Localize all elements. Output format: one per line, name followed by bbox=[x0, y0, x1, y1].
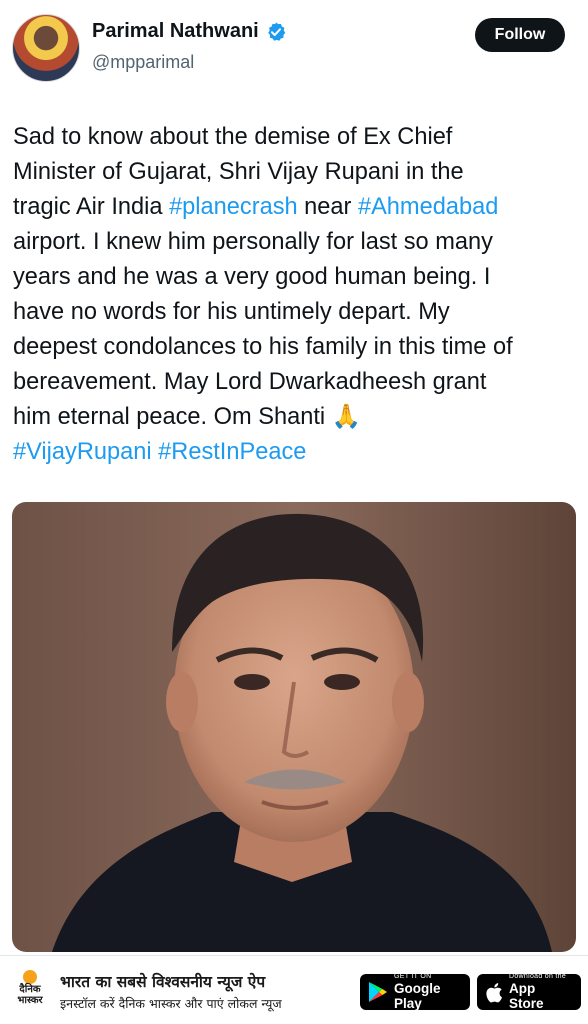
author-name-row: Parimal Nathwani bbox=[92, 20, 287, 43]
google-play-small-label: GET IT ON bbox=[394, 973, 432, 980]
tweet-header: Parimal Nathwani @mpparimal Follow bbox=[0, 0, 588, 100]
app-store-button[interactable]: Download on the App Store bbox=[477, 973, 581, 1011]
google-play-label: Google Play bbox=[394, 981, 441, 1011]
banner-subtext: इनस्टॉल करें दैनिक भास्कर और पाएं लोकल न… bbox=[60, 996, 282, 1011]
tweet-line: years and he was a very good human being… bbox=[13, 260, 575, 295]
google-play-icon bbox=[369, 982, 387, 1002]
tweet-text-segment: bereavement. May Lord Dwarkadheesh grant bbox=[13, 369, 487, 395]
google-play-button[interactable]: GET IT ON Google Play bbox=[360, 973, 470, 1011]
tweet-photo[interactable] bbox=[12, 502, 576, 952]
tweet-text-segment: Minister of Gujarat, Shri Vijay Rupani i… bbox=[13, 159, 464, 185]
tweet-line: Sad to know about the demise of Ex Chief bbox=[13, 120, 575, 155]
apple-icon bbox=[486, 982, 502, 1002]
tweet-text-segment: Sad to know about the demise of Ex Chief bbox=[13, 124, 453, 150]
tweet-line: deepest condolances to his family in thi… bbox=[13, 330, 575, 365]
hashtag-link[interactable]: #VijayRupani bbox=[13, 439, 152, 465]
tweet-line: have no words for his untimely depart. M… bbox=[13, 295, 575, 330]
tweet-text-segment: airport. I knew him personally for last … bbox=[13, 229, 493, 255]
author-display-name[interactable]: Parimal Nathwani bbox=[92, 20, 259, 43]
dainik-bhaskar-logo[interactable]: दैनिक भास्कर bbox=[10, 970, 50, 1012]
tweet-line: tragic Air India #planecrash near #Ahmed… bbox=[13, 190, 575, 225]
hashtag-link[interactable]: #RestInPeace bbox=[158, 439, 306, 465]
tweet-text-segment: years and he was a very good human being… bbox=[13, 264, 491, 290]
tweet-text-segment: him eternal peace. Om Shanti 🙏 bbox=[13, 404, 362, 430]
author-handle[interactable]: @mpparimal bbox=[92, 52, 194, 73]
hashtag-link[interactable]: #planecrash bbox=[169, 194, 298, 220]
app-store-label: App Store bbox=[509, 981, 544, 1011]
portrait-image bbox=[12, 502, 576, 952]
tweet-line: Minister of Gujarat, Shri Vijay Rupani i… bbox=[13, 155, 575, 190]
sun-icon bbox=[23, 970, 37, 984]
tweet-text-segment: deepest condolances to his family in thi… bbox=[13, 334, 513, 360]
hashtag-link[interactable]: #Ahmedabad bbox=[358, 194, 498, 220]
tweet-text-segment: tragic Air India bbox=[13, 194, 170, 220]
tweet-text-segment: near bbox=[297, 194, 358, 220]
tweet-line: airport. I knew him personally for last … bbox=[13, 225, 575, 260]
tweet-line: bereavement. May Lord Dwarkadheesh grant bbox=[13, 365, 575, 400]
verified-badge-icon bbox=[267, 21, 285, 41]
logo-text: दैनिक भास्कर bbox=[17, 984, 43, 1006]
app-store-small-label: Download on the bbox=[509, 973, 567, 980]
tweet-line: him eternal peace. Om Shanti 🙏 bbox=[13, 400, 575, 435]
tweet-text-segment: have no words for his untimely depart. M… bbox=[13, 299, 450, 325]
follow-button[interactable]: Follow bbox=[475, 18, 565, 52]
banner-headline: भारत का सबसे विश्वसनीय न्यूज ऐप bbox=[60, 973, 266, 991]
avatar[interactable] bbox=[12, 14, 80, 82]
tweet-line: #VijayRupani #RestInPeace bbox=[13, 435, 575, 470]
tweet-text: Sad to know about the demise of Ex Chief… bbox=[13, 120, 575, 470]
